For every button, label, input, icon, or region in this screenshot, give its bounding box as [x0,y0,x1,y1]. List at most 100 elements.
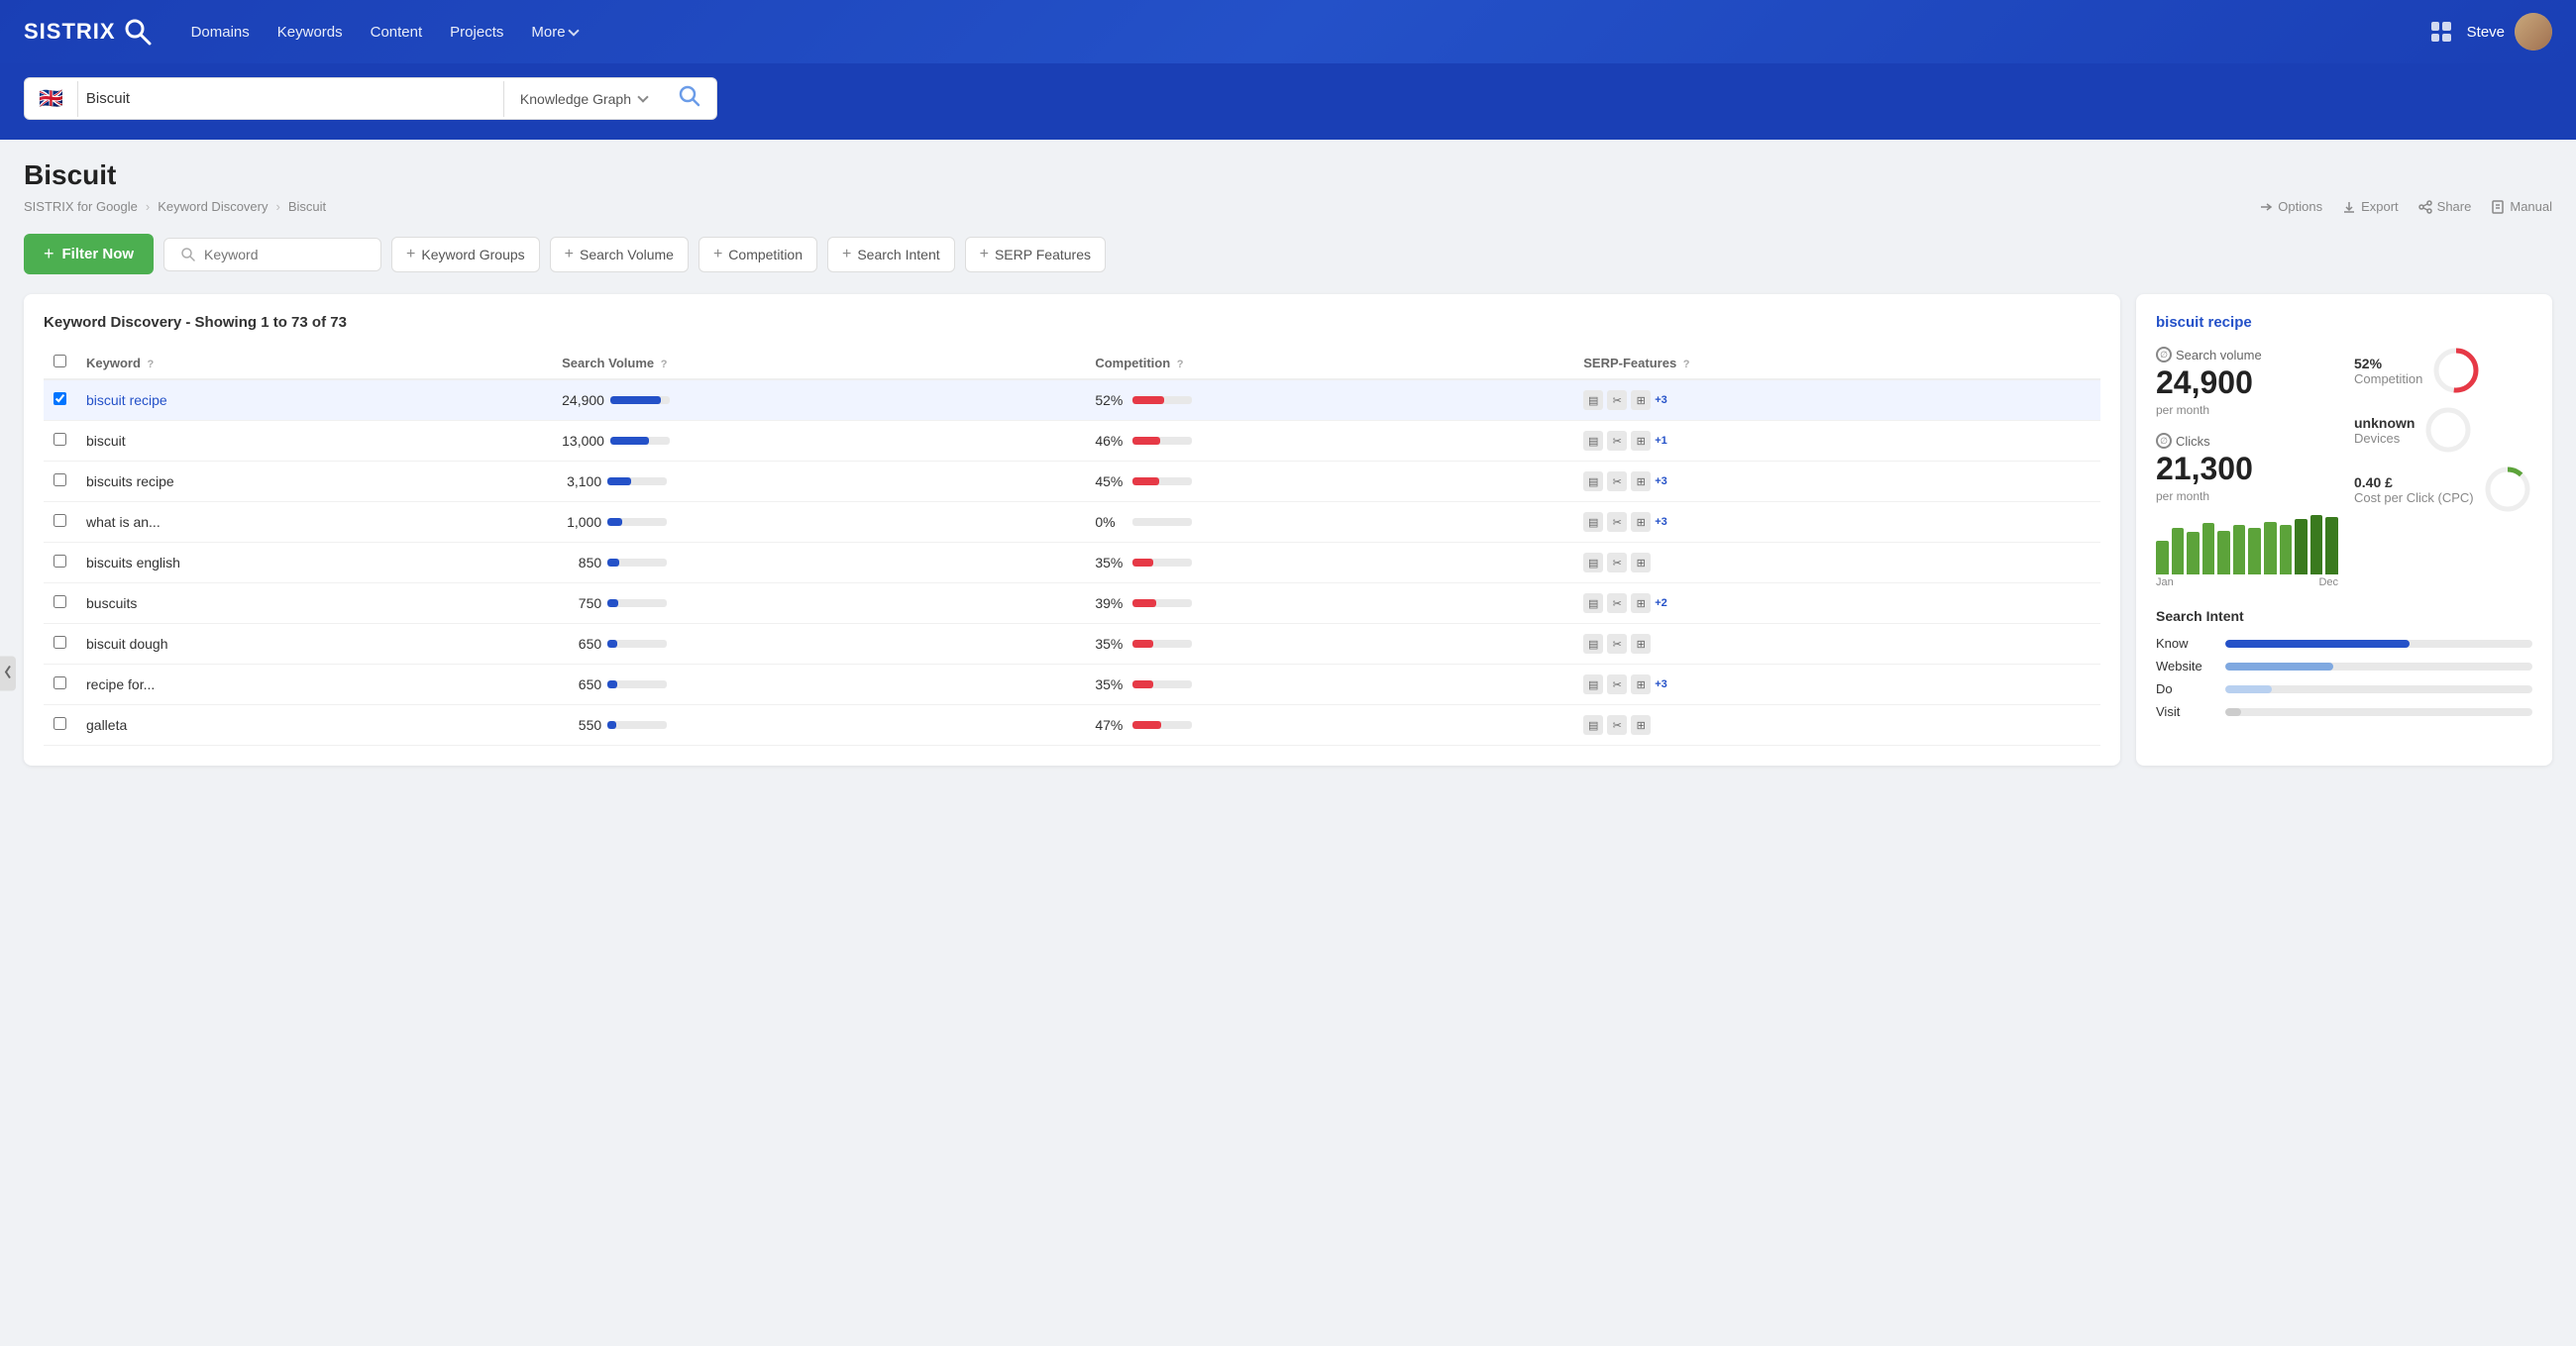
search-type-selector[interactable]: Knowledge Graph [504,91,663,107]
row-keyword[interactable]: recipe for... [76,665,552,705]
nav-more[interactable]: More [531,24,577,41]
table-row[interactable]: biscuits english 850 35% ▤✂⊞ [44,543,2100,583]
competition-value: 52% [2354,356,2422,371]
row-sv: 650 [552,665,1085,705]
chart-bar [2202,523,2215,574]
search-bar-area: 🇬🇧 Knowledge Graph [0,63,2576,140]
search-input[interactable] [78,78,503,119]
search-type-label: Knowledge Graph [520,91,631,107]
breadcrumb-item-0[interactable]: SISTRIX for Google [24,199,138,214]
logo[interactable]: SISTRIX [24,18,152,46]
row-sv: 750 [552,583,1085,624]
search-button[interactable] [663,85,716,113]
row-comp: 47% [1085,705,1573,746]
intent-row: Website [2156,659,2532,673]
export-button[interactable]: Export [2342,199,2399,214]
row-serp: ▤✂⊞+1 [1573,421,2100,462]
search-intent-rows: Know Website Do Visit [2156,636,2532,719]
filter-keyword-groups[interactable]: + Keyword Groups [391,237,540,272]
grid-icon[interactable] [2431,22,2451,42]
filter-serp-features[interactable]: + SERP Features [965,237,1106,272]
sidebar-toggle[interactable] [0,656,16,690]
intent-bar [2225,640,2532,648]
chart-bar [2280,525,2293,574]
row-comp: 35% [1085,624,1573,665]
row-serp: ▤✂⊞ [1573,624,2100,665]
table-row[interactable]: buscuits 750 39% ▤✂⊞+2 [44,583,2100,624]
row-keyword[interactable]: buscuits [76,583,552,624]
row-keyword[interactable]: biscuit dough [76,624,552,665]
row-keyword[interactable]: what is an... [76,502,552,543]
avatar[interactable] [2515,13,2552,51]
table-row[interactable]: biscuits recipe 3,100 45% ▤✂⊞+3 [44,462,2100,502]
row-checkbox[interactable] [54,676,66,689]
detail-keyword[interactable]: biscuit recipe [2156,314,2532,331]
main-content: Biscuit SISTRIX for Google › Keyword Dis… [0,140,2576,785]
nav-user: Steve [2467,13,2552,51]
intent-row: Visit [2156,704,2532,719]
row-comp: 35% [1085,543,1573,583]
table-row[interactable]: biscuit 13,000 46% ▤✂⊞+1 [44,421,2100,462]
row-checkbox[interactable] [54,717,66,730]
intent-row: Know [2156,636,2532,651]
nav-projects[interactable]: Projects [450,24,503,41]
row-checkbox[interactable] [54,555,66,568]
filter-search[interactable] [163,238,381,271]
filter-search-intent[interactable]: + Search Intent [827,237,955,272]
row-serp: ▤✂⊞+3 [1573,502,2100,543]
nav-right: Steve [2431,13,2552,51]
table-row[interactable]: recipe for... 650 35% ▤✂⊞+3 [44,665,2100,705]
filter-now-button[interactable]: + Filter Now [24,234,154,274]
row-sv: 1,000 [552,502,1085,543]
nav-domains[interactable]: Domains [191,24,250,41]
share-button[interactable]: Share [2418,199,2472,214]
row-serp: ▤✂⊞+3 [1573,665,2100,705]
filter-search-volume[interactable]: + Search Volume [550,237,689,272]
cpc-value: 0.40 £ [2354,474,2474,490]
competition-label: Competition [2354,371,2422,386]
intent-bar [2225,685,2532,693]
row-comp: 45% [1085,462,1573,502]
chart-bar [2295,519,2308,574]
filter-competition[interactable]: + Competition [698,237,817,272]
chart-bar [2264,522,2277,574]
chart-bar [2233,525,2246,574]
row-serp: ▤✂⊞+3 [1573,379,2100,421]
competition-metric: 52% Competition [2354,347,2532,394]
row-checkbox[interactable] [54,636,66,649]
row-checkbox[interactable] [54,392,66,405]
row-keyword[interactable]: galleta [76,705,552,746]
options-button[interactable]: Options [2259,199,2322,214]
clicks-value: 21,300 [2156,451,2338,487]
intent-row: Do [2156,681,2532,696]
row-sv: 550 [552,705,1085,746]
breadcrumb-item-1[interactable]: Keyword Discovery [158,199,268,214]
intent-bar [2225,663,2532,671]
col-sv: Search Volume ? [552,347,1085,379]
select-all-checkbox[interactable] [54,355,66,367]
table-row[interactable]: galleta 550 47% ▤✂⊞ [44,705,2100,746]
row-keyword[interactable]: biscuit recipe [76,379,552,421]
chart-labels: Jan Dec [2156,576,2338,588]
top-nav: SISTRIX Domains Keywords Content Project… [0,0,2576,63]
row-keyword[interactable]: biscuit [76,421,552,462]
table-row[interactable]: what is an... 1,000 0% ▤✂⊞+3 [44,502,2100,543]
row-keyword[interactable]: biscuits recipe [76,462,552,502]
table-row[interactable]: biscuit dough 650 35% ▤✂⊞ [44,624,2100,665]
row-checkbox[interactable] [54,473,66,486]
devices-value: unknown [2354,415,2415,431]
manual-button[interactable]: Manual [2491,199,2552,214]
row-checkbox[interactable] [54,433,66,446]
table-title: Keyword Discovery - Showing 1 to 73 of 7… [44,314,2100,331]
row-comp: 39% [1085,583,1573,624]
row-checkbox[interactable] [54,595,66,608]
nav-keywords[interactable]: Keywords [277,24,343,41]
chart-bar [2172,528,2185,574]
nav-content[interactable]: Content [371,24,423,41]
keyword-filter-input[interactable] [204,247,363,262]
row-keyword[interactable]: biscuits english [76,543,552,583]
clicks-label: ∅ Clicks [2156,433,2338,449]
table-row[interactable]: biscuit recipe 24,900 52% ▤✂⊞+3 [44,379,2100,421]
row-checkbox[interactable] [54,514,66,527]
country-flag[interactable]: 🇬🇧 [25,86,77,111]
